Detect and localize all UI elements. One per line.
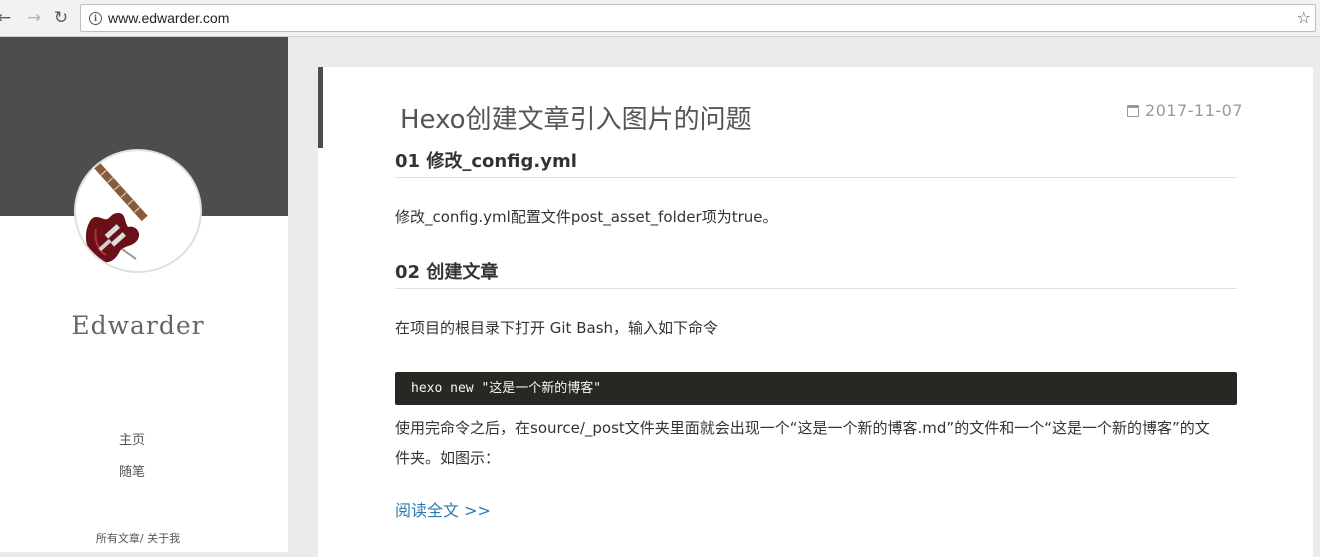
avatar[interactable]: [74, 149, 202, 273]
sidebar: Edwarder 主页 随笔 所有文章/ 关于我: [0, 37, 288, 552]
post-card: Hexo创建文章引入图片的问题 2017-11-07 01 修改_config.…: [318, 67, 1313, 557]
all-posts-link[interactable]: 所有文章: [96, 532, 140, 545]
paragraph-1: 修改_config.yml配置文件post_asset_folder项为true…: [395, 208, 778, 226]
nav-home-link[interactable]: 主页: [0, 429, 264, 448]
section-heading-1: 01 修改_config.yml: [395, 147, 1237, 178]
footer-separator: /: [139, 532, 148, 545]
post-date-text: 2017-11-07: [1145, 101, 1243, 120]
card-accent-bar: [318, 67, 323, 148]
calendar-icon: [1127, 105, 1140, 117]
guitar-icon: [82, 151, 148, 263]
reload-icon[interactable]: ↻: [52, 9, 70, 27]
site-info-icon[interactable]: i: [89, 12, 102, 25]
url-text[interactable]: www.edwarder.com: [108, 10, 229, 26]
post-title[interactable]: Hexo创建文章引入图片的问题: [400, 99, 752, 136]
back-arrow-icon[interactable]: ←: [0, 9, 13, 27]
blog-name[interactable]: Edwarder: [0, 311, 276, 340]
nav-notes-link[interactable]: 随笔: [0, 461, 264, 480]
paragraph-3: 使用完命令之后，在source/_post文件夹里面就会出现一个“这是一个新的博…: [395, 419, 1210, 467]
code-block: hexo new "这是一个新的博客": [395, 372, 1237, 405]
section-heading-2: 02 创建文章: [395, 258, 1237, 289]
footer-links: 所有文章/ 关于我: [0, 530, 276, 546]
bookmark-star-icon[interactable]: ☆: [1297, 8, 1311, 27]
paragraph-2: 在项目的根目录下打开 Git Bash，输入如下命令: [395, 319, 719, 337]
about-link[interactable]: 关于我: [147, 532, 180, 545]
post-date: 2017-11-07: [1127, 101, 1243, 120]
address-bar[interactable]: i www.edwarder.com ☆: [80, 4, 1316, 32]
read-more-link[interactable]: 阅读全文 >>: [395, 497, 491, 521]
browser-toolbar: ← → ↻ i www.edwarder.com ☆: [0, 0, 1320, 37]
forward-arrow-icon[interactable]: →: [25, 9, 43, 27]
main-content: Hexo创建文章引入图片的问题 2017-11-07 01 修改_config.…: [288, 37, 1320, 557]
